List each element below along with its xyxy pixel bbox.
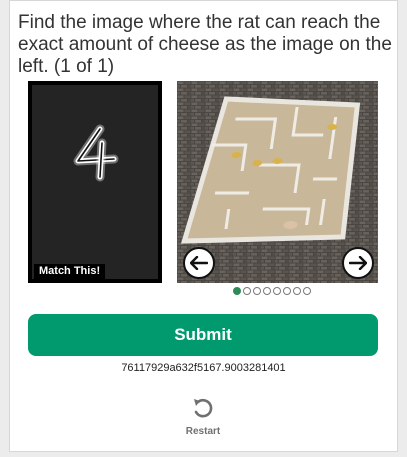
- pagination-dot[interactable]: [233, 287, 241, 295]
- reference-digit-glyph: [73, 124, 119, 182]
- reference-image: Match This!: [28, 81, 162, 283]
- submit-button[interactable]: Submit: [28, 314, 378, 356]
- arrow-left-icon: [190, 256, 208, 270]
- pagination-dot[interactable]: [293, 287, 301, 295]
- restart-button[interactable]: Restart: [183, 397, 223, 437]
- next-button[interactable]: [342, 247, 374, 279]
- pagination-dot[interactable]: [283, 287, 291, 295]
- match-this-label: Match This!: [34, 264, 106, 279]
- previous-button[interactable]: [183, 247, 215, 279]
- pagination-dot[interactable]: [303, 287, 311, 295]
- session-id: 76117929a632f5167.9003281401: [121, 362, 286, 374]
- pagination-dot[interactable]: [243, 287, 251, 295]
- pagination-dot[interactable]: [253, 287, 261, 295]
- pagination-dot[interactable]: [273, 287, 281, 295]
- restart-label: Restart: [185, 426, 221, 437]
- restart-icon: [194, 398, 213, 418]
- challenge-prompt: Find the image where the rat can reach t…: [18, 12, 392, 77]
- pagination-dot[interactable]: [263, 287, 271, 295]
- arrow-right-icon: [349, 256, 367, 270]
- carousel-pagination: [233, 287, 312, 295]
